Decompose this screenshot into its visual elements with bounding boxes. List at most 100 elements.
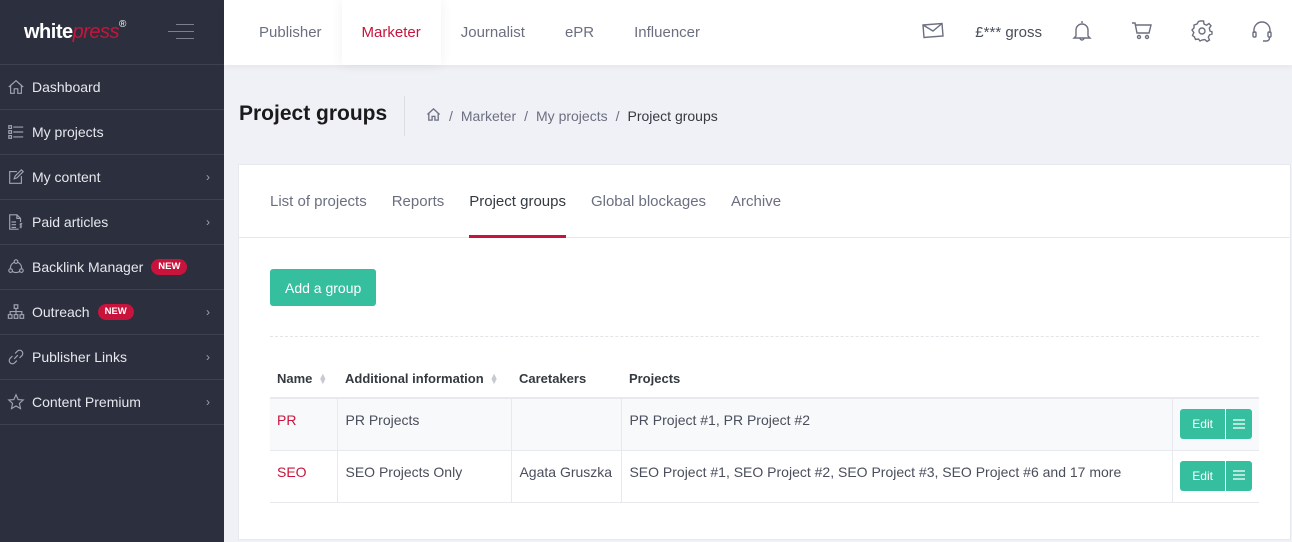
group-projects: PR Project #1, PR Project #2: [621, 398, 1174, 451]
chevron-right-icon: ›: [206, 305, 210, 319]
settings-button[interactable]: [1172, 19, 1232, 47]
column-header-projects: Projects: [621, 359, 1173, 399]
page-title: Project groups: [239, 102, 388, 125]
sidebar-item-publisher-links[interactable]: Publisher Links ›: [0, 335, 224, 380]
group-projects: SEO Project #1, SEO Project #2, SEO Proj…: [621, 450, 1174, 503]
sidebar-item-label: My projects: [32, 124, 104, 140]
sidebar-item-label: My content: [32, 169, 101, 185]
add-group-button[interactable]: Add a group: [270, 269, 377, 306]
sitemap-icon: [6, 302, 26, 322]
column-label: Additional information: [344, 370, 484, 386]
chevron-right-icon: ›: [206, 395, 210, 409]
topbar: Publisher Marketer Journalist ePR Influe…: [224, 0, 1292, 65]
chevron-right-icon: ›: [206, 350, 210, 364]
sidebar-item-label: Content Premium: [32, 394, 141, 410]
menu-icon: [1232, 417, 1245, 432]
tab-list-of-projects[interactable]: List of projects: [270, 165, 367, 238]
breadcrumb-home-icon[interactable]: [426, 107, 441, 125]
column-label: Name: [277, 370, 313, 386]
link-icon: [6, 347, 26, 367]
top-actions: £*** gross: [903, 0, 1292, 65]
logo[interactable]: whitepress®: [24, 19, 126, 44]
role-tab-marketer[interactable]: Marketer: [341, 0, 441, 65]
logo-text-white: white: [24, 20, 73, 43]
headset-icon: [1250, 19, 1274, 47]
row-actions: Edit: [1172, 398, 1259, 451]
breadcrumb-separator: /: [524, 108, 529, 124]
row-actions: Edit: [1172, 450, 1259, 503]
new-badge: NEW: [97, 304, 134, 320]
sort-icon[interactable]: ▲ ▼: [318, 372, 327, 386]
logo-text-press: press: [72, 20, 120, 43]
column-header-additional-info[interactable]: Additional information ▲ ▼: [337, 359, 512, 399]
sidebar-item-label: Publisher Links: [32, 349, 127, 365]
group-name-link[interactable]: PR: [270, 398, 339, 451]
sidebar-item-my-projects[interactable]: My projects: [0, 110, 224, 155]
sidebar-item-dashboard[interactable]: Dashboard: [0, 65, 224, 110]
sidebar-toggle-icon[interactable]: [168, 24, 194, 40]
breadcrumb-my-projects[interactable]: My projects: [536, 108, 608, 124]
role-tab-publisher[interactable]: Publisher: [224, 0, 342, 65]
cart-icon: [1130, 19, 1154, 47]
star-icon: [6, 392, 26, 412]
tabs: List of projects Reports Project groups …: [239, 165, 1290, 238]
role-tab-influencer[interactable]: Influencer: [614, 0, 720, 65]
sidebar-item-paid-articles[interactable]: Paid articles ›: [0, 200, 224, 245]
support-button[interactable]: [1232, 19, 1292, 47]
sidebar: whitepress® Dashboard My projects My con…: [0, 0, 224, 542]
sidebar-item-label: Paid articles: [32, 214, 109, 230]
group-name-link[interactable]: SEO: [270, 450, 339, 503]
table-row: SEO SEO Projects Only Agata Gruszka SEO …: [270, 450, 1259, 503]
logo-bar: whitepress®: [0, 0, 224, 65]
breadcrumb-marketer[interactable]: Marketer: [461, 108, 516, 124]
divider: [270, 336, 1259, 337]
tab-global-blockages[interactable]: Global blockages: [591, 165, 706, 238]
list-icon: [6, 122, 26, 142]
table-row: PR PR Projects PR Project #1, PR Project…: [270, 398, 1259, 451]
new-badge: NEW: [151, 259, 188, 275]
sort-icon[interactable]: ▲ ▼: [490, 372, 499, 386]
column-header-caretakers: Caretakers: [511, 359, 622, 399]
home-icon: [6, 77, 26, 97]
menu-icon: [1232, 468, 1245, 483]
role-tab-journalist[interactable]: Journalist: [441, 0, 545, 65]
table-header-row: Name ▲ ▼ Additional information ▲ ▼ Caretake…: [270, 359, 1259, 399]
sidebar-item-outreach[interactable]: Outreach NEW ›: [0, 290, 224, 335]
group-caretakers: [511, 398, 623, 451]
column-header-actions: [1172, 359, 1259, 399]
breadcrumb-current: Project groups: [627, 108, 718, 124]
breadcrumb: / Marketer / My projects / Project group…: [426, 107, 718, 125]
balance-display[interactable]: £*** gross: [975, 24, 1042, 41]
column-header-name[interactable]: Name ▲ ▼: [270, 359, 338, 399]
cart-button[interactable]: [1112, 19, 1172, 47]
header-divider: [404, 96, 405, 136]
sidebar-item-label: Outreach: [32, 304, 90, 320]
content-card: List of projects Reports Project groups …: [239, 165, 1290, 539]
breadcrumb-separator: /: [449, 108, 453, 124]
gear-icon: [1190, 19, 1214, 47]
bell-icon: [1070, 19, 1094, 47]
tab-reports[interactable]: Reports: [392, 165, 445, 238]
role-tab-epr[interactable]: ePR: [545, 0, 614, 65]
network-icon: [6, 257, 26, 277]
chevron-right-icon: ›: [206, 215, 210, 229]
notifications-button[interactable]: [1052, 19, 1112, 47]
breadcrumb-separator: /: [615, 108, 620, 124]
more-actions-button[interactable]: [1224, 460, 1252, 491]
edit-button[interactable]: Edit: [1180, 460, 1225, 491]
edit-icon: [6, 167, 26, 187]
sidebar-item-backlink-manager[interactable]: Backlink Manager NEW: [0, 245, 224, 290]
sidebar-item-my-content[interactable]: My content ›: [0, 155, 224, 200]
edit-button[interactable]: Edit: [1180, 409, 1225, 439]
sidebar-item-label: Backlink Manager: [32, 259, 144, 275]
group-caretakers: Agata Gruszka: [511, 450, 623, 503]
sidebar-item-label: Dashboard: [32, 79, 101, 95]
more-actions-button[interactable]: [1224, 409, 1252, 439]
group-info: PR Projects: [337, 398, 513, 451]
messages-button[interactable]: [903, 19, 963, 47]
sidebar-item-content-premium[interactable]: Content Premium ›: [0, 380, 224, 425]
action-button-group: Edit: [1180, 409, 1252, 439]
tab-archive[interactable]: Archive: [731, 165, 781, 238]
tab-project-groups[interactable]: Project groups: [469, 165, 566, 238]
chevron-right-icon: ›: [206, 170, 210, 184]
